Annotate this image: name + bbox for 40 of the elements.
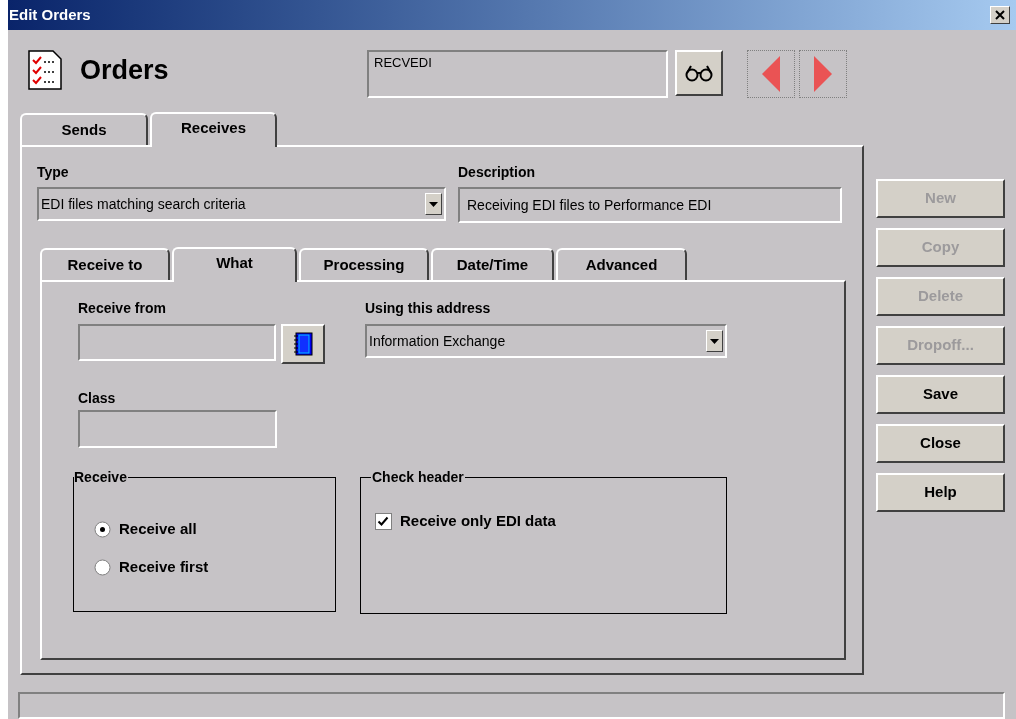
field-label: Using this address [365,299,492,318]
radio-label[interactable]: Receive first [119,555,209,579]
dropdown-button[interactable] [706,330,723,352]
field-label: Description [458,163,536,182]
address-book-icon [292,332,314,356]
radio-button[interactable] [94,520,111,538]
caret-icon [429,201,438,207]
action-button[interactable]: Save [876,375,1005,414]
tab[interactable]: Receive to [40,248,170,280]
checkbox[interactable] [375,512,392,530]
record-field[interactable]: RECVEDI [367,50,668,98]
field-label: Type [37,163,70,182]
tab[interactable]: Advanced [556,248,687,280]
tab[interactable]: Date/Time [431,248,554,280]
radio-label[interactable]: Receive all [119,517,197,541]
description-field[interactable]: Receiving EDI files to Performance EDI [458,187,842,223]
action-button[interactable]: Close [876,424,1005,463]
find-button[interactable] [675,50,723,96]
tab[interactable]: Processing [299,248,429,280]
tab[interactable]: Sends [20,113,148,145]
window-title: Edit Orders [8,4,91,25]
receive-from-field[interactable] [78,324,276,361]
caret-icon [710,338,719,344]
radio-button[interactable] [94,558,111,576]
page-title: Orders [80,54,170,87]
action-button[interactable]: Help [876,473,1005,512]
close-button[interactable] [990,6,1010,24]
address-dropdown[interactable]: Information Exchange [365,324,727,358]
tab[interactable]: What [172,247,297,282]
close-icon [995,10,1005,20]
class-field[interactable] [78,410,277,448]
field-label: Class [78,389,117,408]
checklist-icon [25,50,65,90]
address-book-button[interactable] [281,324,325,364]
dropdown-button[interactable] [425,193,442,215]
checkbox-label[interactable]: Receive only EDI data [400,509,556,533]
type-dropdown[interactable]: EDI files matching search criteria [37,187,446,221]
field-label: Receive from [78,299,167,318]
tab[interactable]: Receives [150,112,277,147]
binoculars-icon [685,64,713,82]
